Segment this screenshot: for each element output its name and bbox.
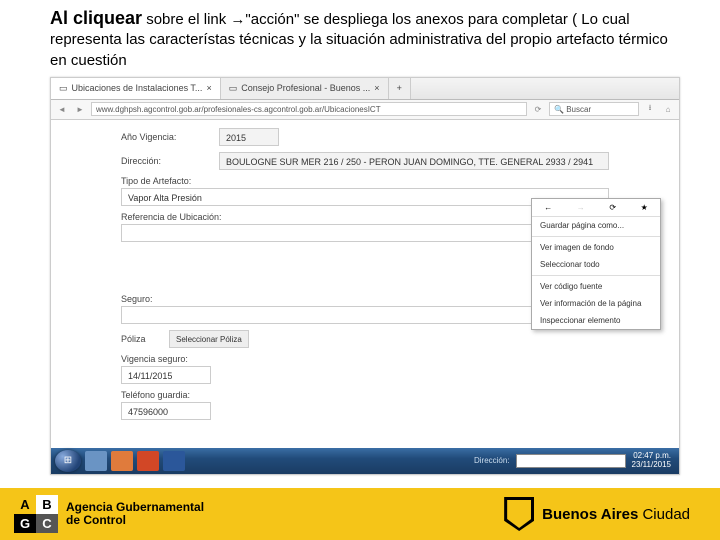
label-vigencia-seguro: Vigencia seguro:: [121, 354, 609, 364]
tab-label: Ubicaciones de Instalaciones T...: [72, 83, 203, 93]
agc-logo-g: G: [14, 514, 36, 533]
windows-taskbar: ⊞ Dirección: 02:47 p.m. 23/11/2015: [51, 448, 679, 474]
slide-footer: A B G C Agencia Gubernamental de Control…: [0, 488, 720, 540]
start-button[interactable]: ⊞: [55, 450, 81, 472]
page-icon: ▭: [229, 83, 238, 94]
taskbar-app-firefox[interactable]: [111, 451, 133, 471]
value-ano: 2015: [219, 128, 279, 146]
address-bar: ◄ ► www.dghpsh.agcontrol.gob.ar/profesio…: [51, 100, 679, 120]
label-telefono: Teléfono guardia:: [121, 390, 609, 400]
ba-brand: Buenos Aires Ciudad: [504, 497, 690, 531]
search-field[interactable]: 🔍 Buscar: [549, 102, 639, 116]
home-icon[interactable]: ⌂: [661, 102, 675, 116]
taskbar-app-word[interactable]: [163, 451, 185, 471]
taskbar-address-input[interactable]: [516, 454, 626, 468]
context-menu: ← → ⟳ ★ Guardar página como... Ver image…: [531, 198, 661, 330]
select-value: Vapor Alta Presión: [128, 193, 202, 203]
new-tab-button[interactable]: +: [389, 78, 411, 99]
search-placeholder: Buscar: [566, 105, 591, 114]
taskbar-app-explorer[interactable]: [85, 451, 107, 471]
download-icon[interactable]: ⭳: [643, 102, 657, 116]
value-direccion: BOULOGNE SUR MER 216 / 250 - PERON JUAN …: [219, 152, 609, 170]
slide-caption-rest: sobre el link →"acción" se despliega los…: [50, 11, 668, 69]
url-field[interactable]: www.dghpsh.agcontrol.gob.ar/profesionale…: [91, 102, 527, 116]
label-direccion: Dirección:: [121, 156, 211, 166]
agc-logo: A B G C: [14, 495, 58, 533]
input-value: 47596000: [128, 407, 168, 417]
agc-text: Agencia Gubernamental de Control: [66, 501, 204, 526]
forward-button[interactable]: ►: [73, 102, 87, 116]
agc-brand: A B G C Agencia Gubernamental de Control: [14, 495, 204, 533]
tab-label: Consejo Profesional - Buenos ...: [241, 83, 370, 93]
label-ano: Año Vigencia:: [121, 132, 211, 142]
ba-text: Buenos Aires Ciudad: [542, 506, 690, 523]
ctx-save-page[interactable]: Guardar página como...: [532, 217, 660, 234]
close-icon[interactable]: ×: [206, 83, 211, 93]
page-icon: ▭: [59, 83, 68, 94]
close-icon[interactable]: ×: [374, 83, 379, 93]
search-icon: 🔍: [554, 105, 564, 114]
input-value: 14/11/2015: [128, 371, 172, 381]
tab-consejo[interactable]: ▭ Consejo Profesional - Buenos ... ×: [221, 78, 389, 99]
clock-date: 23/11/2015: [632, 461, 671, 470]
agc-logo-b: B: [36, 495, 58, 514]
ctx-inspect[interactable]: Inspeccionar elemento: [532, 312, 660, 329]
ctx-view-source[interactable]: Ver código fuente: [532, 278, 660, 295]
label-poliza: Póliza: [121, 334, 161, 344]
ctx-select-all[interactable]: Seleccionar todo: [532, 256, 660, 273]
ctx-reload-icon[interactable]: ⟳: [609, 203, 616, 212]
tab-ubicaciones[interactable]: ▭ Ubicaciones de Instalaciones T... ×: [51, 78, 221, 99]
ctx-back-icon[interactable]: ←: [544, 203, 552, 212]
taskbar-app-powerpoint[interactable]: [137, 451, 159, 471]
input-vigencia[interactable]: 14/11/2015: [121, 366, 211, 384]
back-button[interactable]: ◄: [55, 102, 69, 116]
label-tipo-artefacto: Tipo de Artefacto:: [121, 176, 609, 186]
input-telefono[interactable]: 47596000: [121, 402, 211, 420]
system-clock[interactable]: 02:47 p.m. 23/11/2015: [632, 452, 675, 470]
windows-icon: ⊞: [64, 455, 72, 466]
browser-screenshot: ▭ Ubicaciones de Instalaciones T... × ▭ …: [50, 77, 680, 475]
reload-button[interactable]: ⟳: [531, 102, 545, 116]
button-seleccionar-poliza[interactable]: Seleccionar Póliza: [169, 330, 249, 348]
agc-logo-a: A: [14, 495, 36, 514]
ctx-bookmark-icon[interactable]: ★: [641, 203, 648, 212]
ba-shield-icon: [504, 497, 534, 531]
ctx-page-info[interactable]: Ver información de la página: [532, 295, 660, 312]
slide-caption: Al cliquear sobre el link →"acción" se d…: [0, 0, 720, 75]
ctx-view-bg[interactable]: Ver imagen de fondo: [532, 239, 660, 256]
url-text: www.dghpsh.agcontrol.gob.ar/profesionale…: [96, 105, 381, 114]
agc-logo-c: C: [36, 514, 58, 533]
tab-strip: ▭ Ubicaciones de Instalaciones T... × ▭ …: [51, 78, 679, 100]
ctx-forward-icon: →: [577, 203, 585, 212]
taskbar-address-label: Dirección:: [474, 456, 510, 465]
slide-caption-bold: Al cliquear: [50, 8, 142, 28]
agc-line2: de Control: [66, 514, 204, 527]
